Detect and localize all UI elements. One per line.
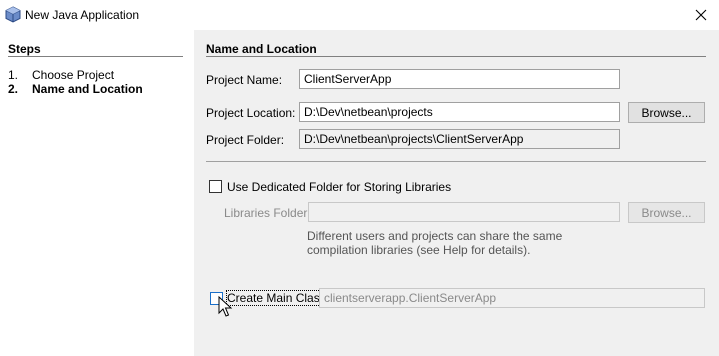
dedicated-folder-checkbox[interactable] bbox=[209, 180, 222, 193]
project-name-label: Project Name: bbox=[206, 73, 283, 87]
step-number: 2. bbox=[8, 82, 19, 96]
project-location-input[interactable]: D:\Dev\netbean\projects bbox=[299, 102, 620, 122]
java-app-icon bbox=[5, 6, 21, 23]
steps-panel: Steps 1. Choose Project 2. Name and Locati… bbox=[0, 30, 194, 356]
step-name-and-location: 2. Name and Location bbox=[8, 82, 143, 96]
browse-location-button[interactable]: Browse... bbox=[628, 102, 705, 123]
libraries-help-text: Different users and projects can share t… bbox=[307, 229, 563, 257]
project-folder-field: D:\Dev\netbean\projects\ClientServerApp bbox=[299, 129, 620, 149]
libraries-folder-label: Libraries Folder: bbox=[224, 206, 311, 220]
step-label: Name and Location bbox=[32, 82, 143, 96]
create-main-class-label[interactable]: Create Main Class bbox=[226, 290, 327, 306]
window-title: New Java Application bbox=[25, 8, 140, 22]
close-icon bbox=[695, 9, 707, 21]
project-name-input[interactable]: ClientServerApp bbox=[299, 69, 620, 89]
libraries-folder-input bbox=[308, 202, 620, 222]
mouse-cursor-icon bbox=[218, 296, 233, 317]
close-button[interactable] bbox=[688, 4, 714, 26]
steps-header: Steps bbox=[8, 42, 41, 56]
project-folder-label: Project Folder: bbox=[206, 133, 285, 147]
project-location-label: Project Location: bbox=[206, 106, 296, 120]
section-title: Name and Location bbox=[206, 42, 317, 56]
title-bar: New Java Application bbox=[0, 0, 719, 30]
dedicated-folder-label[interactable]: Use Dedicated Folder for Storing Librari… bbox=[227, 180, 451, 194]
step-label: Choose Project bbox=[32, 68, 115, 82]
section-divider bbox=[206, 56, 706, 57]
main-class-input: clientserverapp.ClientServerApp bbox=[319, 288, 705, 308]
step-choose-project: 1. Choose Project bbox=[8, 68, 114, 82]
browse-libraries-button: Browse... bbox=[628, 202, 705, 223]
steps-divider bbox=[8, 56, 183, 57]
step-number: 1. bbox=[8, 68, 19, 82]
separator bbox=[206, 161, 706, 162]
wizard-content: Name and Location Project Name: ClientSe… bbox=[194, 30, 719, 356]
